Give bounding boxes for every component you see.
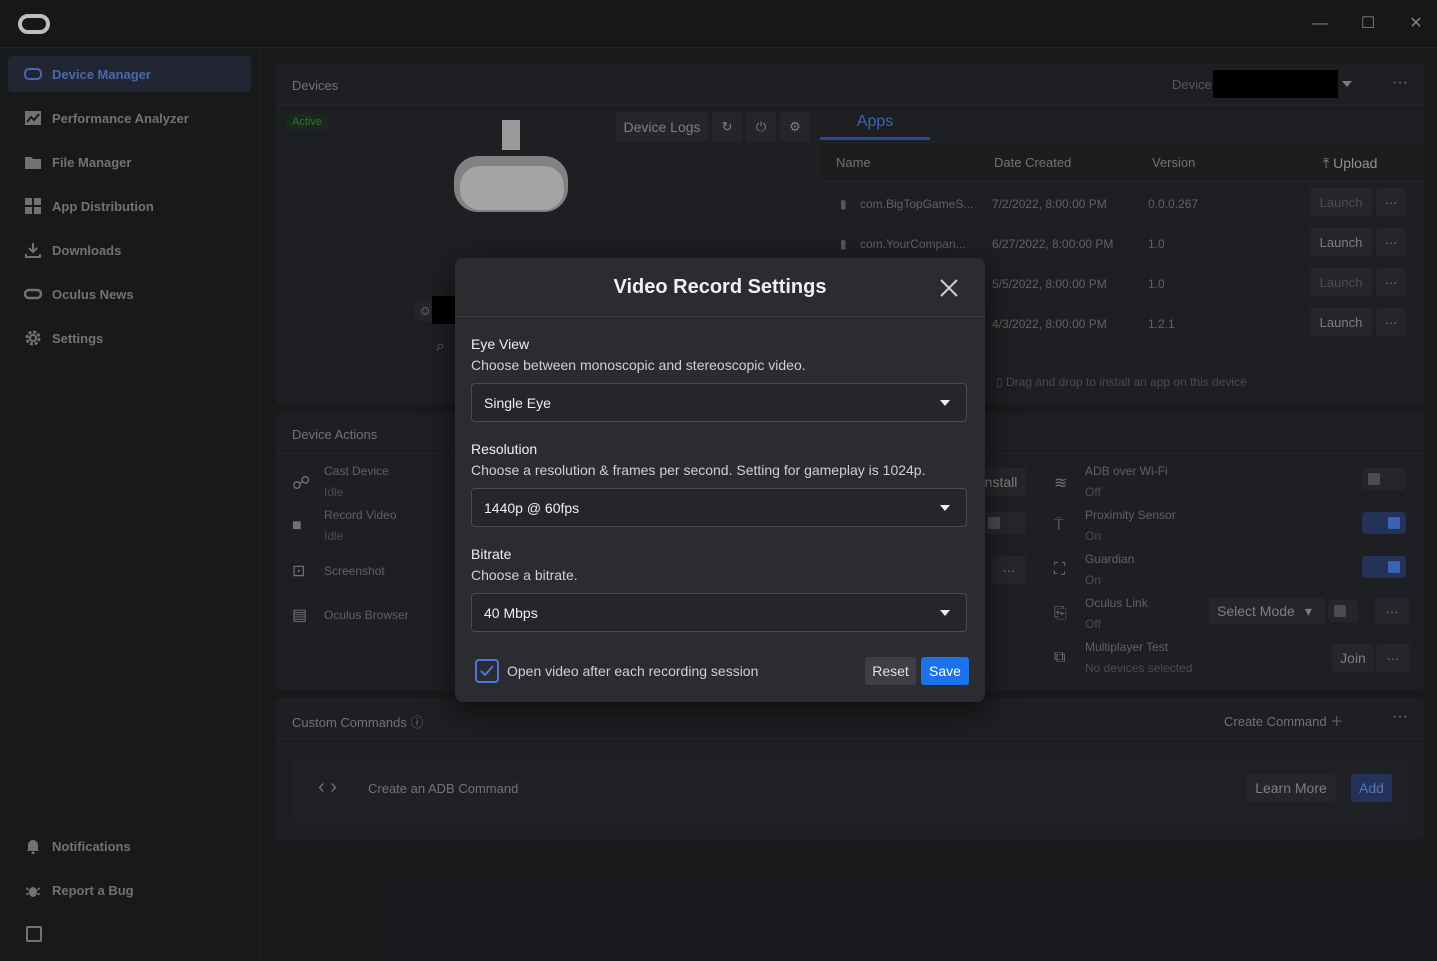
reset-button[interactable]: Reset [865,657,916,685]
open-after-label: Open video after each recording session [507,663,759,679]
bitrate-description: Choose a bitrate. [471,567,578,583]
close-icon[interactable] [937,276,961,300]
save-button[interactable]: Save [921,657,969,685]
app-window: — ☐ ✕ Device Manager Performance Analyze… [0,0,1437,961]
video-record-settings-dialog: Video Record Settings Eye View Choose be… [455,258,985,702]
divider [455,316,985,317]
eye-view-select[interactable]: Single Eye [471,383,967,422]
bitrate-label: Bitrate [471,546,512,562]
open-after-checkbox[interactable] [475,659,499,683]
resolution-label: Resolution [471,441,538,457]
check-icon [480,665,494,677]
eye-view-description: Choose between monoscopic and stereoscop… [471,357,806,373]
chevron-down-icon [940,505,950,511]
chevron-down-icon [940,400,950,406]
resolution-select[interactable]: 1440p @ 60fps [471,488,967,527]
resolution-description: Choose a resolution & frames per second.… [471,462,926,478]
eye-view-label: Eye View [471,336,530,352]
bitrate-select[interactable]: 40 Mbps [471,593,967,632]
dialog-title: Video Record Settings [613,276,827,298]
chevron-down-icon [940,610,950,616]
